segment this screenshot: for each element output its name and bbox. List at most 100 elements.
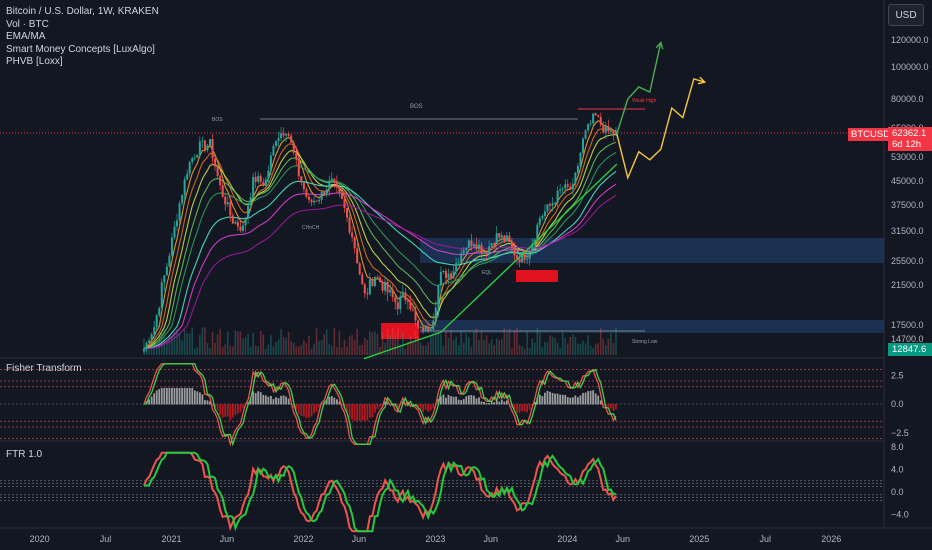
- candle-body: [546, 204, 549, 212]
- volume-bar: [493, 345, 495, 355]
- fisher-histogram-bar: [335, 399, 338, 405]
- candle-body: [305, 189, 308, 197]
- volume-bar: [422, 345, 424, 355]
- volume-bar: [584, 343, 587, 355]
- volume-bar: [427, 342, 430, 355]
- fisher-histogram-bar: [310, 404, 313, 417]
- fisher-histogram-bar: [257, 391, 260, 405]
- fisher-histogram-bar: [275, 397, 277, 405]
- ftr-title[interactable]: FTR 1.0: [6, 449, 42, 460]
- volume-bar: [300, 345, 303, 355]
- candle-body: [160, 282, 163, 309]
- candle-body: [181, 195, 184, 204]
- volume-bar: [191, 327, 194, 355]
- fisher-histogram-bar: [379, 404, 381, 407]
- candle-body: [604, 126, 607, 133]
- fisher-histogram-bar: [237, 404, 239, 414]
- indicator-volume[interactable]: Vol · BTC: [6, 19, 159, 32]
- candle-body: [239, 226, 242, 231]
- volume-bar: [577, 343, 579, 355]
- candle-body: [201, 140, 204, 142]
- volume-bar: [287, 332, 290, 355]
- fisher-histogram-bar: [467, 395, 470, 405]
- time-axis-label: 2026: [821, 534, 841, 544]
- candle-body: [457, 262, 460, 264]
- fisher-histogram-bar: [505, 400, 508, 405]
- volume-bar: [419, 342, 422, 355]
- volume-bar: [435, 332, 437, 355]
- time-axis-label: 2021: [162, 534, 182, 544]
- fisher-histogram-bar: [445, 397, 447, 405]
- volume-bar: [199, 334, 201, 355]
- candle-body: [381, 282, 384, 291]
- fisher-histogram-bar: [528, 404, 531, 410]
- symbol-price-tag: BTCUSD: [848, 128, 894, 141]
- candle-body: [597, 115, 600, 117]
- indicator-ema-ma[interactable]: EMA/MA: [6, 31, 159, 44]
- candle-body: [541, 216, 544, 219]
- fisher-histogram-bar: [160, 387, 163, 405]
- fisher-histogram-bar: [516, 404, 518, 413]
- candle-body: [259, 175, 262, 183]
- volume-bar: [265, 348, 267, 355]
- candle-body: [485, 253, 488, 255]
- volume-bar: [465, 333, 468, 355]
- fisher-histogram-bar: [475, 398, 478, 405]
- candle-body: [366, 293, 369, 295]
- fisher-histogram-bar: [500, 399, 503, 405]
- order-block: [381, 323, 419, 339]
- candle-body: [163, 275, 166, 283]
- volume-bar: [574, 337, 577, 355]
- candle-body: [148, 340, 151, 343]
- volume-bar: [526, 331, 528, 355]
- volume-bar: [572, 334, 574, 355]
- fisher-title[interactable]: Fisher Transform: [6, 363, 82, 374]
- chart-canvas[interactable]: BOS Weak High Strong Low CHoCH EQL BOS 1…: [0, 0, 932, 550]
- candle-body: [262, 182, 265, 186]
- candle-body: [310, 199, 313, 203]
- candle-body: [602, 124, 605, 133]
- price-axis-label: 31500.0: [891, 226, 924, 236]
- candle-body: [216, 166, 219, 176]
- candle-body: [592, 113, 595, 124]
- indicator-smc[interactable]: Smart Money Concepts [LuxAlgo]: [6, 44, 159, 57]
- volume-bar: [599, 327, 602, 355]
- fisher-histogram-bar: [361, 404, 364, 421]
- symbol-title[interactable]: Bitcoin / U.S. Dollar, 1W, KRAKEN: [6, 6, 159, 19]
- candle-body: [315, 200, 318, 202]
- volume-bar: [531, 338, 534, 355]
- fisher-histogram-bar: [546, 390, 549, 405]
- ftr-axis-label: 8.0: [891, 442, 904, 452]
- fisher-histogram-bar: [549, 391, 551, 405]
- candle-body: [203, 140, 206, 150]
- candle-body: [335, 182, 338, 188]
- candle-body: [219, 175, 222, 186]
- volume-bar: [447, 337, 450, 355]
- candle-body: [467, 240, 470, 248]
- volume-bar: [414, 330, 417, 355]
- volume-bar: [528, 348, 531, 355]
- fisher-histogram-bar: [556, 393, 559, 405]
- low-price-tag: 12847.6: [888, 343, 932, 356]
- candle-body: [406, 300, 409, 302]
- fisher-histogram-bar: [328, 396, 331, 405]
- candle-body: [538, 218, 541, 225]
- ftr-axis-label: 0.0: [891, 487, 904, 497]
- candle-body: [221, 185, 224, 197]
- volume-bar: [612, 342, 615, 355]
- fisher-histogram-bar: [460, 400, 463, 405]
- candle-body: [401, 292, 404, 297]
- volume-bar: [516, 327, 518, 355]
- volume-bar: [292, 342, 295, 355]
- fisher-histogram-bar: [226, 404, 229, 417]
- currency-button[interactable]: USD: [888, 4, 924, 26]
- candle-body: [328, 180, 331, 190]
- fisher-histogram-bar: [239, 404, 242, 413]
- indicator-phvb[interactable]: PHVB [Loxx]: [6, 56, 159, 69]
- candle-body: [373, 277, 376, 286]
- candle-body: [589, 123, 592, 125]
- fisher-histogram-bar: [521, 404, 523, 411]
- volume-bar: [498, 339, 501, 355]
- candle-body: [386, 281, 389, 293]
- fisher-histogram-bar: [498, 401, 501, 405]
